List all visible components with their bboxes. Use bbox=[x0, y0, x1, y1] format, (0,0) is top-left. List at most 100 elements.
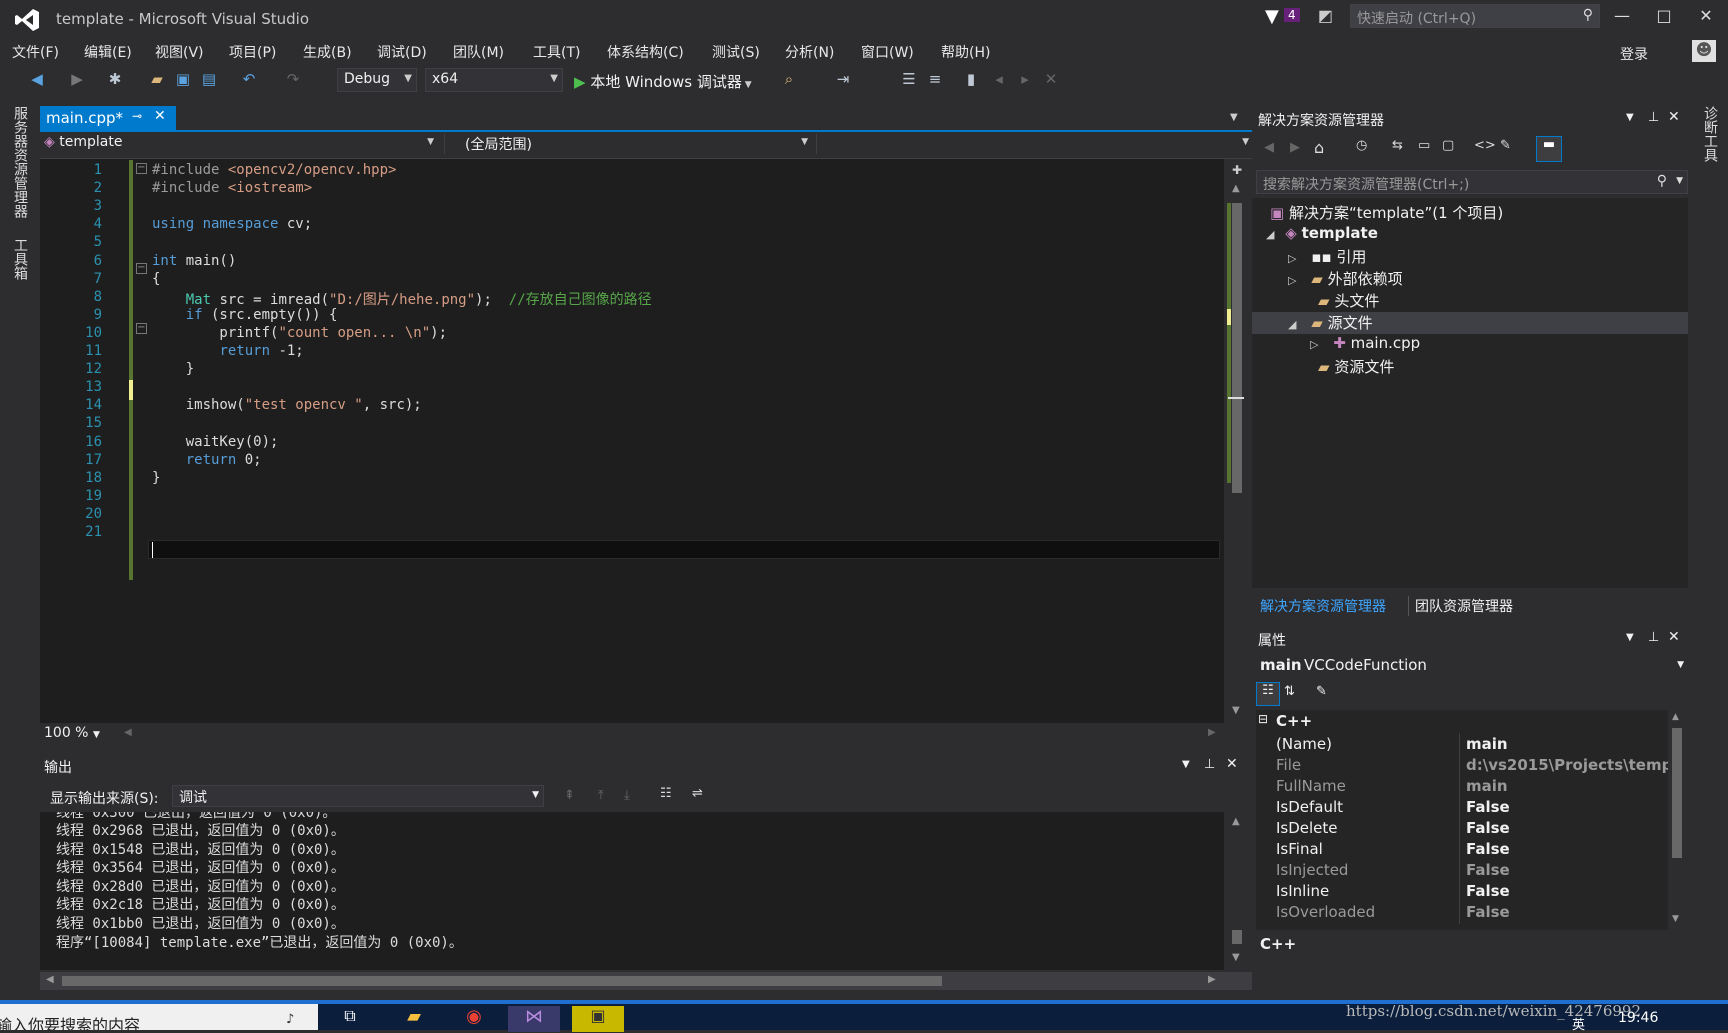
feedback-icon[interactable]: ◩ bbox=[1318, 6, 1333, 25]
property-row[interactable]: File d:\vs2015\Projects\templa bbox=[1256, 754, 1668, 777]
maximize-button[interactable]: □ bbox=[1648, 6, 1680, 28]
menu-architecture[interactable]: 体系结构(C) bbox=[607, 42, 684, 62]
property-row[interactable]: FullName main bbox=[1256, 775, 1668, 798]
output-text[interactable]: 线程 0x300 已退出，返回值为 0 (0x0)。 线程 0x2968 已退出… bbox=[40, 812, 1232, 970]
word-wrap-icon[interactable]: ⇌ bbox=[692, 786, 703, 801]
pin-icon[interactable]: ⊥ bbox=[1648, 630, 1659, 645]
scroll-down-icon[interactable]: ▼ bbox=[1672, 914, 1679, 924]
tab-team-explorer[interactable]: 团队资源管理器 bbox=[1408, 596, 1513, 616]
tab-overflow-icon[interactable]: ▼ bbox=[1230, 112, 1238, 123]
menu-tools[interactable]: 工具(T) bbox=[533, 42, 580, 62]
tree-item-sources[interactable]: ◢ ▰ 源文件 bbox=[1288, 312, 1373, 333]
microphone-icon[interactable]: ♪ bbox=[286, 1012, 294, 1027]
forward-icon[interactable]: ▶ bbox=[1290, 140, 1300, 155]
scroll-thumb[interactable] bbox=[1232, 930, 1242, 944]
close-icon[interactable]: ✕ bbox=[154, 108, 166, 124]
close-icon[interactable]: ✕ bbox=[1668, 109, 1680, 125]
bookmark-icon[interactable]: ▮ bbox=[962, 70, 980, 88]
wrench-icon[interactable]: ✎ bbox=[1500, 138, 1511, 153]
close-icon[interactable]: ✕ bbox=[1226, 756, 1238, 772]
menu-help[interactable]: 帮助(H) bbox=[941, 42, 990, 62]
member-nav-select[interactable]: ▼ bbox=[816, 134, 1249, 154]
tree-item-main-cpp[interactable]: ▷ ✚ main.cpp bbox=[1310, 334, 1420, 352]
scroll-thumb[interactable] bbox=[1672, 728, 1682, 858]
next-message-icon[interactable]: ⤓ bbox=[624, 788, 630, 803]
pin-icon[interactable]: ⊸ bbox=[132, 109, 142, 123]
project-nav-select[interactable]: ◈ template ▼ bbox=[44, 134, 434, 154]
properties-object-select[interactable]: main VCCodeFunction ▼ bbox=[1256, 652, 1688, 678]
chevron-down-icon[interactable]: ▼ bbox=[1626, 112, 1634, 123]
solution-search-input[interactable]: 搜索解决方案资源管理器(Ctrl+;) ⚲ ▼ bbox=[1256, 170, 1688, 194]
scope-nav-select[interactable]: (全局范围) ▼ bbox=[444, 134, 808, 154]
visual-studio-taskbar-icon[interactable]: ⋈ bbox=[508, 1006, 560, 1032]
collapsed-icon[interactable]: ▷ bbox=[1288, 274, 1296, 287]
scroll-thumb[interactable] bbox=[1232, 203, 1242, 493]
pin-icon[interactable]: ⊥ bbox=[1204, 757, 1215, 772]
property-row[interactable]: IsInjected False bbox=[1256, 859, 1668, 882]
code-view-icon[interactable]: <> bbox=[1474, 138, 1496, 153]
account-icon[interactable]: ☻ bbox=[1692, 40, 1716, 62]
chevron-down-icon[interactable]: ▼ bbox=[1182, 759, 1190, 770]
diagnostic-tools-tab[interactable]: 诊断工具 bbox=[1700, 106, 1720, 162]
find-message-icon[interactable]: ⇞ bbox=[564, 788, 575, 803]
collapse-icon[interactable]: − bbox=[136, 323, 147, 334]
menu-analyze[interactable]: 分析(N) bbox=[785, 42, 834, 62]
undo-icon[interactable]: ↶ bbox=[240, 70, 258, 88]
menu-project[interactable]: 项目(P) bbox=[229, 42, 276, 62]
property-row[interactable]: IsDefault False bbox=[1256, 796, 1668, 819]
task-view-icon[interactable]: ⧉ bbox=[324, 1006, 376, 1032]
split-icon[interactable]: ✚ bbox=[1232, 163, 1242, 177]
redo-icon[interactable]: ↷ bbox=[284, 70, 302, 88]
scroll-left-icon[interactable]: ◀ bbox=[124, 727, 132, 738]
collapsed-icon[interactable]: ▷ bbox=[1310, 338, 1318, 351]
scroll-right-icon[interactable]: ▶ bbox=[1208, 974, 1216, 985]
comment-icon[interactable]: ≡ bbox=[926, 70, 944, 88]
minimize-button[interactable]: — bbox=[1606, 6, 1638, 28]
chevron-down-icon[interactable]: ▼ bbox=[1676, 176, 1683, 186]
back-icon[interactable]: ◀ bbox=[28, 70, 46, 88]
taskbar-search[interactable]: 输入你要搜索的内容 ♪ bbox=[0, 1004, 318, 1030]
prev-bookmark-icon[interactable]: ◂ bbox=[990, 70, 1008, 88]
scroll-left-icon[interactable]: ◀ bbox=[46, 974, 54, 985]
language-indicator[interactable]: 英 bbox=[1572, 1014, 1585, 1033]
file-explorer-icon[interactable]: ▰ bbox=[388, 1006, 440, 1032]
quick-launch-input[interactable]: 快速启动 (Ctrl+Q) ⚲ bbox=[1350, 4, 1600, 28]
categorized-icon[interactable]: ☷ bbox=[1256, 682, 1280, 706]
scroll-right-icon[interactable]: ▶ bbox=[1208, 727, 1216, 738]
collapse-icon[interactable]: − bbox=[136, 263, 147, 274]
property-row[interactable]: IsFinal False bbox=[1256, 838, 1668, 861]
config-select[interactable]: Debug ▼ bbox=[337, 68, 417, 92]
menu-team[interactable]: 团队(M) bbox=[453, 42, 504, 62]
collapse-icon[interactable]: − bbox=[136, 163, 147, 174]
toolbox-tab[interactable]: 工具箱 bbox=[10, 238, 30, 280]
output-vertical-scrollbar[interactable]: ▲ ▼ bbox=[1224, 812, 1252, 970]
property-row[interactable]: (Name) main bbox=[1256, 733, 1668, 756]
indent-icon[interactable]: ☰ bbox=[900, 70, 918, 88]
new-project-icon[interactable]: ✱ bbox=[106, 70, 124, 88]
show-all-files-icon[interactable]: ▢ bbox=[1442, 138, 1454, 153]
property-pages-icon[interactable]: ✎ bbox=[1316, 684, 1327, 699]
scroll-down-icon[interactable]: ▼ bbox=[1232, 705, 1240, 716]
find-icon[interactable]: ⌕ bbox=[780, 70, 798, 88]
clear-bookmark-icon[interactable]: ✕ bbox=[1042, 70, 1060, 88]
close-icon[interactable]: ✕ bbox=[1668, 629, 1680, 645]
tree-item-project[interactable]: ◢ ◈ template bbox=[1266, 224, 1378, 242]
property-category[interactable]: ⊟ C++ bbox=[1256, 710, 1668, 733]
filter-icon[interactable]: ▼ bbox=[1265, 6, 1279, 27]
property-scrollbar[interactable]: ▲ ▼ bbox=[1668, 710, 1686, 930]
scroll-up-icon[interactable]: ▲ bbox=[1232, 816, 1240, 827]
scroll-up-icon[interactable]: ▲ bbox=[1672, 712, 1679, 722]
history-icon[interactable]: ◷ bbox=[1356, 138, 1367, 153]
menu-edit[interactable]: 编辑(E) bbox=[84, 42, 132, 62]
chrome-icon[interactable]: ◉ bbox=[448, 1006, 500, 1032]
output-horizontal-scrollbar[interactable]: ◀ ▶ bbox=[40, 972, 1252, 990]
expanded-icon[interactable]: ◢ bbox=[1288, 318, 1296, 331]
notification-badge[interactable]: 4 bbox=[1284, 8, 1300, 22]
property-row[interactable]: IsDelete False bbox=[1256, 817, 1668, 840]
tree-item-external-deps[interactable]: ▷ ▰ 外部依赖项 bbox=[1288, 268, 1403, 289]
output-source-select[interactable]: 调试 ▼ bbox=[172, 785, 544, 807]
tab-solution-explorer[interactable]: 解决方案资源管理器 bbox=[1260, 596, 1386, 616]
menu-window[interactable]: 窗口(W) bbox=[861, 42, 914, 62]
close-button[interactable]: ✕ bbox=[1690, 6, 1722, 28]
login-link[interactable]: 登录 bbox=[1620, 44, 1648, 64]
